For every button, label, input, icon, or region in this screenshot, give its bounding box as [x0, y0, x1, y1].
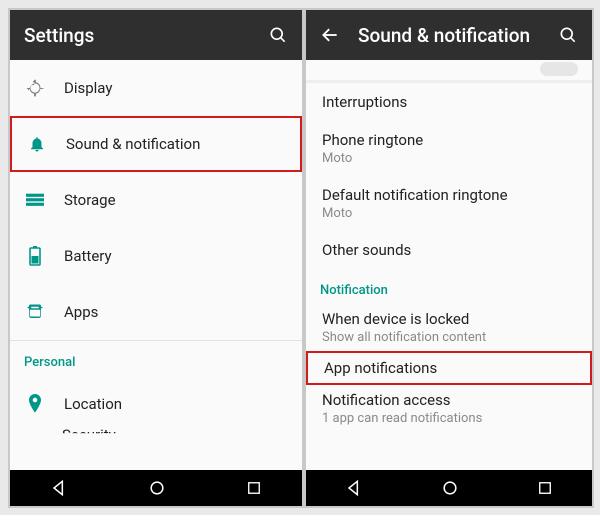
back-icon[interactable] [320, 25, 340, 45]
pref-interruptions[interactable]: Interruptions [306, 83, 592, 121]
settings-item-location[interactable]: Location [10, 376, 302, 432]
pref-when-device-locked[interactable]: When device is locked Show all notificat… [306, 304, 592, 351]
pref-secondary: 1 app can read notifications [322, 411, 576, 426]
settings-item-cutoff: Security [10, 432, 302, 450]
sound-notification-screen: Sound & notification Interruptions Phone… [304, 8, 594, 508]
settings-item-label: Display [64, 79, 112, 97]
pref-primary: Phone ringtone [322, 131, 576, 149]
pref-secondary: Show all notification content [322, 330, 576, 345]
pref-phone-ringtone[interactable]: Phone ringtone Moto [306, 121, 592, 176]
settings-item-display[interactable]: Display [10, 60, 302, 116]
location-icon [24, 394, 46, 414]
pref-primary: Other sounds [322, 241, 576, 259]
settings-screen: Settings Display Sound & notification St… [8, 8, 304, 508]
search-icon[interactable] [558, 25, 578, 45]
pref-primary: Notification access [322, 391, 576, 409]
nav-recent-icon[interactable] [536, 479, 554, 497]
appbar-title: Settings [24, 24, 254, 47]
settings-item-apps[interactable]: Apps [10, 284, 302, 340]
android-navbar [306, 470, 592, 506]
section-notification: Notification [306, 269, 592, 304]
settings-item-label: Location [64, 395, 122, 413]
pref-primary: Interruptions [322, 93, 576, 111]
pref-primary: Default notification ringtone [322, 186, 576, 204]
settings-item-label: Apps [64, 303, 98, 321]
settings-section-personal: Personal [10, 341, 302, 376]
battery-icon [24, 246, 46, 266]
pref-app-notifications[interactable]: App notifications [306, 351, 592, 385]
pref-other-sounds[interactable]: Other sounds [306, 231, 592, 269]
pref-primary: App notifications [324, 359, 574, 377]
nav-back-icon[interactable] [344, 478, 364, 498]
appbar-settings: Settings [10, 10, 302, 60]
settings-item-sound[interactable]: Sound & notification [10, 116, 302, 172]
pref-primary: When device is locked [322, 310, 576, 328]
pref-secondary: Moto [322, 206, 576, 221]
clipped-pref-top [306, 60, 592, 78]
storage-icon [24, 193, 46, 207]
display-icon [24, 78, 46, 98]
settings-item-label: Storage [64, 191, 116, 209]
settings-item-label: Sound & notification [66, 135, 200, 153]
pref-default-notification-ringtone[interactable]: Default notification ringtone Moto [306, 176, 592, 231]
android-navbar [10, 470, 302, 506]
search-icon[interactable] [268, 25, 288, 45]
nav-back-icon[interactable] [49, 478, 69, 498]
apps-icon [24, 303, 46, 321]
nav-recent-icon[interactable] [245, 479, 263, 497]
settings-list[interactable]: Display Sound & notification Storage Bat… [10, 60, 302, 470]
settings-item-storage[interactable]: Storage [10, 172, 302, 228]
appbar-title: Sound & notification [358, 24, 544, 47]
pref-notification-access[interactable]: Notification access 1 app can read notif… [306, 385, 592, 432]
appbar-sound: Sound & notification [306, 10, 592, 60]
settings-item-label: Battery [64, 247, 112, 265]
nav-home-icon[interactable] [440, 478, 460, 498]
sound-prefs-list[interactable]: Interruptions Phone ringtone Moto Defaul… [306, 60, 592, 470]
nav-home-icon[interactable] [147, 478, 167, 498]
bell-icon [26, 135, 48, 153]
settings-item-battery[interactable]: Battery [10, 228, 302, 284]
pref-secondary: Moto [322, 151, 576, 166]
